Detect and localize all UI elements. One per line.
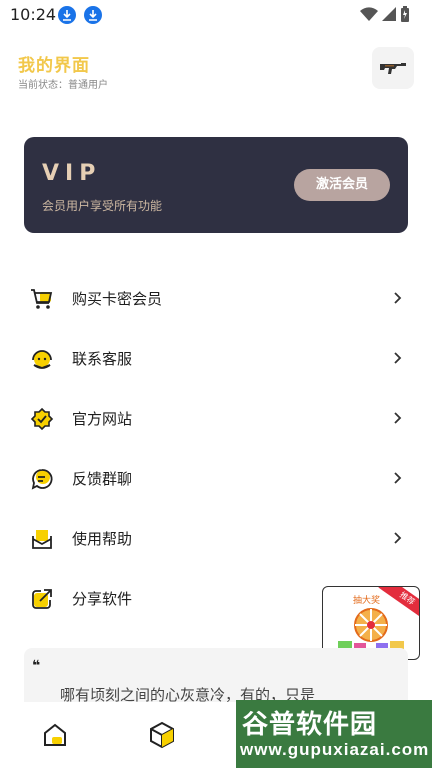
download-icon: [84, 6, 102, 24]
chat-icon: [31, 469, 53, 490]
vip-title: VIP: [42, 161, 102, 186]
chevron-right-icon: [394, 532, 402, 544]
status-time: 10:24: [10, 5, 57, 24]
menu-label: 反馈群聊: [72, 470, 133, 488]
discover-tab-icon[interactable]: [147, 720, 177, 750]
quote-icon: ❝: [32, 658, 41, 674]
quote-card: ❝ 哪有顷刻之间的心灰意冷，有的，只是: [24, 648, 408, 708]
chevron-right-icon: [394, 292, 402, 304]
battery-icon: [401, 6, 409, 22]
vip-description: 会员用户享受所有功能: [42, 199, 163, 213]
settings-button[interactable]: [372, 47, 414, 89]
chevron-right-icon: [394, 352, 402, 364]
chevron-right-icon: [394, 472, 402, 484]
watermark-url: www.gupuxiazai.com: [240, 740, 430, 759]
watermark: 谷普软件园 www.gupuxiazai.com: [236, 700, 432, 768]
wifi-icon: [360, 7, 378, 21]
page-title: 我的界面: [18, 56, 90, 76]
menu-label: 购买卡密会员: [72, 290, 163, 308]
menu-label: 使用帮助: [72, 530, 133, 548]
user-status: 当前状态：普通用户: [18, 80, 108, 91]
gun-icon: [380, 63, 406, 74]
chevron-right-icon: [394, 412, 402, 424]
mail-icon: [32, 530, 52, 549]
system-icons: [360, 6, 410, 22]
menu-item-official-site[interactable]: 官方网站: [24, 388, 408, 448]
cart-icon: [31, 289, 53, 309]
share-icon: [32, 589, 52, 609]
menu-label: 分享软件: [72, 590, 133, 608]
watermark-name: 谷普软件园: [242, 710, 378, 740]
menu-label: 联系客服: [72, 350, 133, 368]
badge-icon: [30, 407, 54, 431]
menu-item-feedback-group[interactable]: 反馈群聊: [24, 448, 408, 508]
menu-item-help[interactable]: 使用帮助: [24, 508, 408, 568]
menu-item-buy-card[interactable]: 购买卡密会员: [24, 268, 408, 328]
download-icon: [58, 6, 76, 24]
activate-vip-button[interactable]: 激活会员: [294, 169, 390, 201]
home-tab-icon[interactable]: [40, 720, 70, 750]
menu-label: 官方网站: [72, 410, 133, 428]
vip-card: VIP 会员用户享受所有功能 激活会员: [24, 137, 408, 233]
menu-item-contact-service[interactable]: 联系客服: [24, 328, 408, 388]
status-bar: 10:24: [0, 0, 432, 30]
signal-icon: [382, 7, 396, 21]
customer-service-icon: [32, 350, 52, 369]
